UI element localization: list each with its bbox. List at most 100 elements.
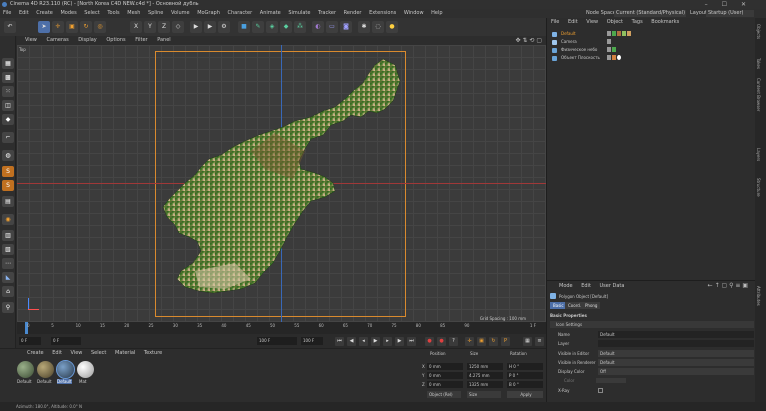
z-axis-icon[interactable]: Z bbox=[158, 21, 170, 33]
vp-menu-view[interactable]: View bbox=[25, 37, 37, 43]
coordinate-system-icon[interactable]: ◇ bbox=[172, 21, 184, 33]
color-swatch[interactable] bbox=[596, 378, 626, 383]
tool-c-icon[interactable]: ⚲ bbox=[2, 302, 14, 313]
pos-y-field[interactable]: 0 mm bbox=[427, 372, 463, 379]
tab-phong[interactable]: Phong bbox=[582, 302, 601, 309]
menu-character[interactable]: Character bbox=[228, 10, 253, 16]
apply-button[interactable]: Apply bbox=[507, 391, 543, 398]
rotate-tool-icon[interactable]: ↻ bbox=[80, 21, 92, 33]
menu-extensions[interactable]: Extensions bbox=[369, 10, 396, 16]
record-icon[interactable]: ● bbox=[425, 337, 434, 346]
menu-window[interactable]: Window bbox=[404, 10, 424, 16]
goto-end-icon[interactable]: ⏭ bbox=[407, 337, 416, 346]
layout-dropdown[interactable]: Startup (User) bbox=[706, 10, 754, 17]
side-tab-attributes[interactable]: Attributes bbox=[756, 286, 761, 306]
prev-frame-icon[interactable]: ◂ bbox=[359, 337, 368, 346]
tool-b-icon[interactable]: ⌂ bbox=[2, 286, 14, 297]
lock-workplane-icon[interactable]: ▥ bbox=[2, 230, 14, 241]
object-row-default[interactable]: Default bbox=[549, 30, 755, 38]
mat-menu-create[interactable]: Create bbox=[27, 350, 44, 356]
obj-menu-edit[interactable]: Edit bbox=[568, 19, 578, 25]
render-view-icon[interactable]: ▶ bbox=[190, 21, 202, 33]
attr-menu-edit[interactable]: Edit bbox=[581, 283, 591, 289]
rot-b-field[interactable]: B 0 ° bbox=[507, 381, 543, 388]
side-tab-content-browser[interactable]: Content Browser bbox=[756, 78, 761, 111]
goto-start-icon[interactable]: ⏮ bbox=[335, 337, 344, 346]
material-swatch-4[interactable] bbox=[77, 361, 94, 378]
next-key-icon[interactable]: ▶ bbox=[395, 337, 404, 346]
key-scale-icon[interactable]: ▣ bbox=[477, 337, 486, 346]
menu-spline[interactable]: Spline bbox=[148, 10, 163, 16]
light-icon[interactable]: ✱ bbox=[358, 21, 370, 33]
side-tab-takes[interactable]: Takes bbox=[756, 58, 761, 69]
undo-icon[interactable]: ↶ bbox=[4, 21, 16, 33]
menu-render[interactable]: Render bbox=[344, 10, 362, 16]
render-settings-icon[interactable]: ⚙ bbox=[218, 21, 230, 33]
menu-help[interactable]: Help bbox=[431, 10, 442, 16]
mat-menu-texture[interactable]: Texture bbox=[144, 350, 162, 356]
x-axis-icon[interactable]: X bbox=[130, 21, 142, 33]
vp-menu-filter[interactable]: Filter bbox=[135, 37, 147, 43]
obj-menu-bookmarks[interactable]: Bookmarks bbox=[651, 19, 679, 25]
preview-end-field[interactable]: 100 F bbox=[301, 337, 323, 345]
vp-menu-panel[interactable]: Panel bbox=[157, 37, 171, 43]
y-axis-icon[interactable]: Y bbox=[144, 21, 156, 33]
menu-select[interactable]: Select bbox=[84, 10, 99, 16]
object-row-plane[interactable]: Объект Плоскость bbox=[549, 54, 755, 62]
vp-menu-display[interactable]: Display bbox=[78, 37, 96, 43]
select-tool-icon[interactable]: ➤ bbox=[38, 21, 50, 33]
floor-icon[interactable]: ▭ bbox=[326, 21, 338, 33]
move-tool-icon[interactable]: ✛ bbox=[52, 21, 64, 33]
key-position-icon[interactable]: ✛ bbox=[465, 337, 474, 346]
timeline-ruler[interactable]: 1 F 0 5 10 15 20 25 30 35 40 45 50 55 60 65 70 75 80 85 90 bbox=[17, 322, 546, 334]
obj-menu-file[interactable]: File bbox=[551, 19, 559, 25]
axis-mode-icon[interactable]: ⌐ bbox=[2, 132, 14, 143]
close-button[interactable]: ✕ bbox=[741, 1, 760, 8]
snap-icon[interactable]: ◍ bbox=[2, 150, 14, 161]
material-swatch-1[interactable] bbox=[17, 361, 34, 378]
rot-p-field[interactable]: P 0 ° bbox=[507, 372, 543, 379]
size-x-field[interactable]: 1250 mm bbox=[467, 363, 503, 370]
current-frame-field[interactable]: 0 F bbox=[51, 337, 81, 345]
planar-icon[interactable]: ▧ bbox=[2, 244, 14, 255]
material-swatch-3[interactable] bbox=[56, 360, 75, 379]
end-frame-field[interactable]: 100 F bbox=[257, 337, 297, 345]
key-param-icon[interactable]: P bbox=[501, 337, 510, 346]
node-space-dropdown[interactable]: Current (Standard/Physical) bbox=[614, 10, 686, 17]
polygons-mode-icon[interactable]: ◆ bbox=[2, 114, 14, 125]
recent-tools-icon[interactable]: ◎ bbox=[94, 21, 106, 33]
viewport-top[interactable]: Top Grid Spacing : 100 mm bbox=[17, 45, 546, 322]
name-field[interactable]: Default bbox=[598, 331, 754, 338]
lamp-icon[interactable]: ● bbox=[386, 21, 398, 33]
side-tab-structure[interactable]: Structure bbox=[756, 178, 761, 197]
menu-edit[interactable]: Edit bbox=[19, 10, 29, 16]
subdivision-icon[interactable]: ◈ bbox=[266, 21, 278, 33]
timeline-menu-icon[interactable]: ≡ bbox=[535, 337, 544, 346]
material-swatch-2[interactable] bbox=[37, 361, 54, 378]
rot-h-field[interactable]: H 0 ° bbox=[507, 363, 543, 370]
workplane-icon[interactable]: ▤ bbox=[2, 196, 14, 207]
next-frame-icon[interactable]: ▸ bbox=[383, 337, 392, 346]
menu-mesh[interactable]: Mesh bbox=[127, 10, 140, 16]
play-icon[interactable]: ▶ bbox=[371, 337, 380, 346]
menu-tracker[interactable]: Tracker bbox=[318, 10, 336, 16]
mograph-icon[interactable]: ⁂ bbox=[294, 21, 306, 33]
tweak-icon[interactable]: ◉ bbox=[2, 214, 14, 225]
visible-in-renderer-dropdown[interactable]: Default bbox=[598, 359, 754, 366]
attr-nav-icons[interactable]: ← ↑ ▢ ⚲ ≡ ▣ bbox=[708, 282, 748, 289]
xray-checkbox[interactable] bbox=[598, 388, 603, 393]
edges-mode-icon[interactable]: ◫ bbox=[2, 100, 14, 111]
model-mode-icon[interactable]: ▦ bbox=[2, 58, 14, 69]
layer-field[interactable] bbox=[598, 340, 754, 347]
display-color-dropdown[interactable]: Off bbox=[598, 368, 754, 375]
minimize-button[interactable]: – bbox=[705, 1, 722, 8]
key-selection-icon[interactable]: ? bbox=[449, 337, 458, 346]
tool-a-icon[interactable]: ◣ bbox=[2, 272, 14, 283]
solo-hierarchy-icon[interactable]: S bbox=[2, 180, 14, 191]
key-rotation-icon[interactable]: ↻ bbox=[489, 337, 498, 346]
side-tab-layers[interactable]: Layers bbox=[756, 148, 761, 161]
attr-menu-user-data[interactable]: User Data bbox=[600, 283, 625, 289]
points-mode-icon[interactable]: ⁙ bbox=[2, 86, 14, 97]
mat-menu-material[interactable]: Material bbox=[115, 350, 135, 356]
menu-file[interactable]: File bbox=[3, 10, 11, 16]
